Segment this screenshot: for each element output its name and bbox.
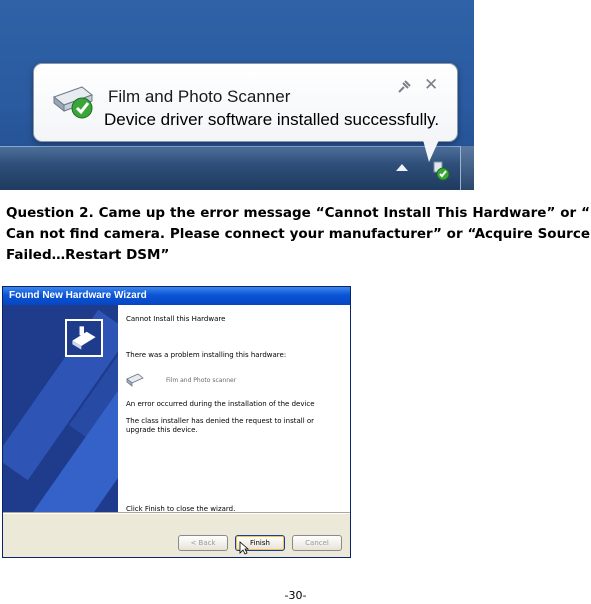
mouse-cursor-icon [239, 541, 249, 555]
wizard-content: Cannot Install this Hardware There was a… [118, 305, 350, 513]
denied-text-line2: upgrade this device. [126, 426, 198, 434]
show-desktop-button[interactable] [460, 146, 474, 190]
notification-balloon[interactable]: Film and Photo Scanner Device driver sof… [33, 63, 458, 142]
wizard-screenshot: Found New Hardware Wizard Cannot Install… [2, 286, 351, 558]
wizard-title: Found New Hardware Wizard [3, 287, 350, 305]
show-hidden-icons-icon[interactable] [396, 164, 408, 171]
hardware-icon [65, 319, 103, 357]
balloon-tail [423, 140, 439, 162]
back-button[interactable]: < Back [178, 535, 228, 551]
error-text: An error occurred during the installatio… [126, 400, 315, 408]
problem-text: There was a problem installing this hard… [126, 351, 287, 359]
options-icon[interactable] [396, 79, 412, 95]
scanner-tray-icon[interactable] [430, 160, 452, 182]
balloon-screenshot: Film and Photo Scanner Device driver sof… [0, 0, 474, 190]
page-number: -30- [284, 589, 307, 602]
device-name: Film and Photo scanner [166, 377, 237, 384]
wizard-heading: Cannot Install this Hardware [126, 315, 226, 323]
question-text: Question 2. Came up the error message “C… [6, 205, 590, 263]
cancel-button[interactable]: Cancel [292, 535, 342, 551]
denied-text-line1: The class installer has denied the reque… [126, 417, 315, 425]
divider [3, 512, 350, 514]
close-icon[interactable]: ✕ [424, 76, 438, 94]
scanner-check-icon [52, 86, 94, 119]
scanner-icon [126, 373, 144, 387]
balloon-title: Film and Photo Scanner [108, 87, 291, 106]
wizard-side-panel [3, 305, 118, 512]
balloon-message: Device driver software installed success… [104, 110, 440, 129]
